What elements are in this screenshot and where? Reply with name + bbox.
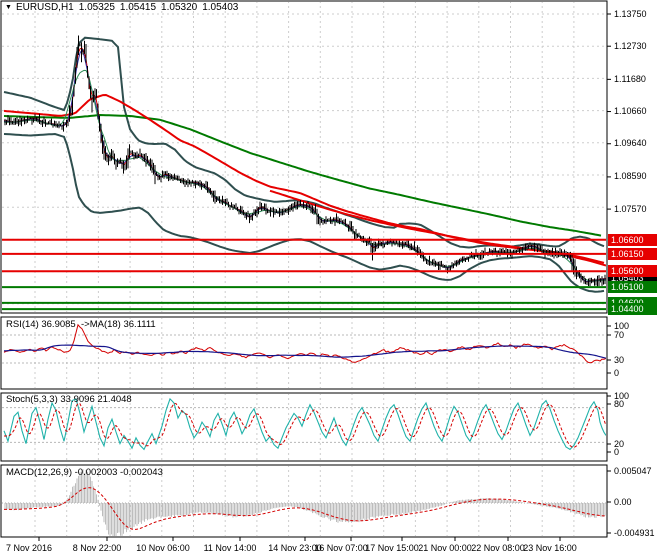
- rsi-panel-area[interactable]: [1, 317, 607, 389]
- stoch-panel-area[interactable]: [1, 393, 607, 461]
- macd-panel-area[interactable]: [1, 465, 607, 537]
- main-chart-area[interactable]: [1, 1, 607, 313]
- time-axis[interactable]: [0, 538, 660, 560]
- mt4-chart-window: ▼ EURUSD,H1 1.05325 1.05415 1.05320 1.05403 R…: [0, 0, 660, 560]
- price-axis[interactable]: [608, 0, 660, 538]
- symbol-dropdown-icon[interactable]: ▼: [5, 4, 12, 11]
